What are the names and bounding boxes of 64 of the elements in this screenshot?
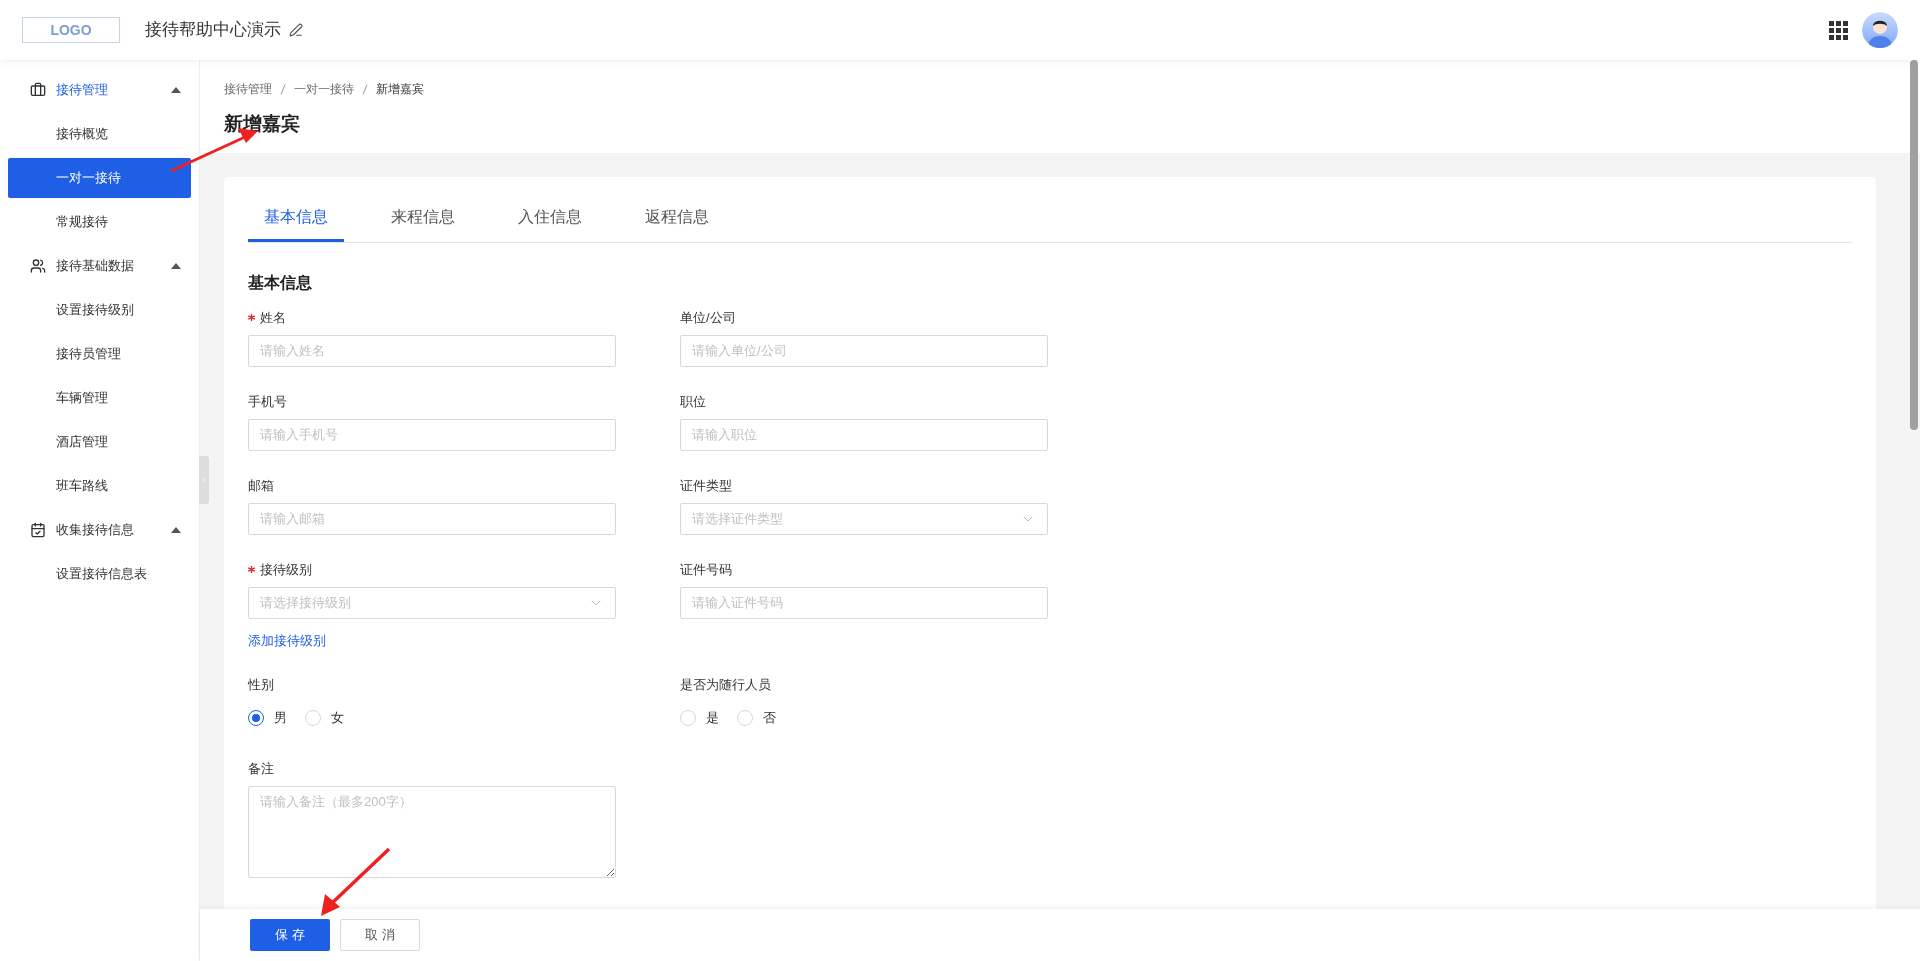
slash-icon bbox=[362, 83, 368, 95]
field-label: 证件类型 bbox=[680, 476, 732, 495]
radio-option[interactable]: 女 bbox=[305, 708, 344, 728]
app-grid-icon[interactable] bbox=[1829, 20, 1848, 40]
scrollbar[interactable] bbox=[1910, 60, 1918, 430]
tab[interactable]: 基本信息 bbox=[248, 204, 344, 242]
cancel-button[interactable]: 取 消 bbox=[340, 919, 420, 951]
users-icon bbox=[30, 258, 46, 274]
menu-group[interactable]: 接待基础数据 bbox=[0, 244, 199, 288]
slash-icon bbox=[280, 83, 286, 95]
briefcase-icon bbox=[30, 82, 46, 98]
field-label: 接待级别 bbox=[248, 559, 312, 580]
radio-option[interactable]: 是 bbox=[680, 708, 719, 728]
radio-option[interactable]: 否 bbox=[737, 708, 776, 728]
menu-item[interactable]: 常规接待 bbox=[8, 200, 191, 244]
field-label: 备注 bbox=[248, 760, 274, 779]
menu-item[interactable]: 接待概览 bbox=[8, 112, 191, 156]
field-label: 证件号码 bbox=[680, 560, 732, 579]
input-field[interactable]: 请输入证件号码 bbox=[680, 586, 1048, 619]
tab[interactable]: 入住信息 bbox=[502, 204, 598, 242]
tab[interactable]: 返程信息 bbox=[629, 204, 725, 242]
save-button[interactable]: 保 存 bbox=[250, 919, 330, 951]
logo: LOGO bbox=[22, 17, 120, 43]
menu-group[interactable]: 收集接待信息 bbox=[0, 508, 199, 552]
tab[interactable]: 来程信息 bbox=[375, 204, 471, 242]
field-label: 单位/公司 bbox=[680, 308, 736, 327]
menu-item[interactable]: 一对一接待 bbox=[8, 158, 191, 198]
menu-item[interactable]: 车辆管理 bbox=[8, 376, 191, 420]
calendar-icon bbox=[30, 522, 46, 538]
field-label: 手机号 bbox=[248, 392, 287, 411]
menu-item[interactable]: 班车路线 bbox=[8, 464, 191, 508]
add-level-link[interactable]: 添加接待级别 bbox=[248, 630, 616, 650]
breadcrumb-item[interactable]: 一对一接待 bbox=[294, 80, 354, 98]
field-label: 职位 bbox=[680, 392, 706, 411]
menu-item[interactable]: 酒店管理 bbox=[8, 420, 191, 464]
section-title: 基本信息 bbox=[248, 272, 313, 293]
collapse-handle[interactable] bbox=[199, 456, 209, 504]
breadcrumb-item: 新增嘉宾 bbox=[376, 81, 424, 98]
asterisk-icon bbox=[248, 314, 255, 321]
asterisk-icon bbox=[248, 566, 255, 573]
avatar[interactable] bbox=[1862, 12, 1898, 48]
input-field[interactable]: 请输入手机号 bbox=[248, 418, 616, 451]
input-field[interactable]: 请输入邮箱 bbox=[248, 502, 616, 535]
field-label: 邮箱 bbox=[248, 476, 274, 495]
page-title: 新增嘉宾 bbox=[224, 112, 301, 136]
textarea-field[interactable]: 请输入备注（最多200字） bbox=[248, 786, 616, 878]
menu-group[interactable]: 接待管理 bbox=[0, 68, 199, 112]
edit-icon[interactable] bbox=[289, 23, 303, 37]
menu-item[interactable]: 设置接待信息表 bbox=[8, 552, 191, 596]
caret-up-icon bbox=[171, 263, 181, 269]
chevron-left-icon bbox=[199, 475, 209, 485]
radio-option[interactable]: 男 bbox=[248, 708, 287, 728]
field-label: 姓名 bbox=[248, 307, 286, 328]
field-label: 是否为随行人员 bbox=[680, 676, 771, 695]
breadcrumb-item[interactable]: 接待管理 bbox=[224, 80, 272, 98]
annotation-arrow bbox=[321, 847, 391, 916]
menu-item[interactable]: 设置接待级别 bbox=[8, 288, 191, 332]
menu-item[interactable]: 接待员管理 bbox=[8, 332, 191, 376]
caret-up-icon bbox=[171, 527, 181, 533]
caret-up-icon bbox=[171, 87, 181, 93]
field-label: 性别 bbox=[248, 676, 274, 695]
app-title: 接待帮助中心演示 bbox=[145, 19, 281, 42]
input-field[interactable]: 请输入职位 bbox=[680, 418, 1048, 451]
input-field[interactable]: 请输入姓名 bbox=[248, 334, 616, 367]
